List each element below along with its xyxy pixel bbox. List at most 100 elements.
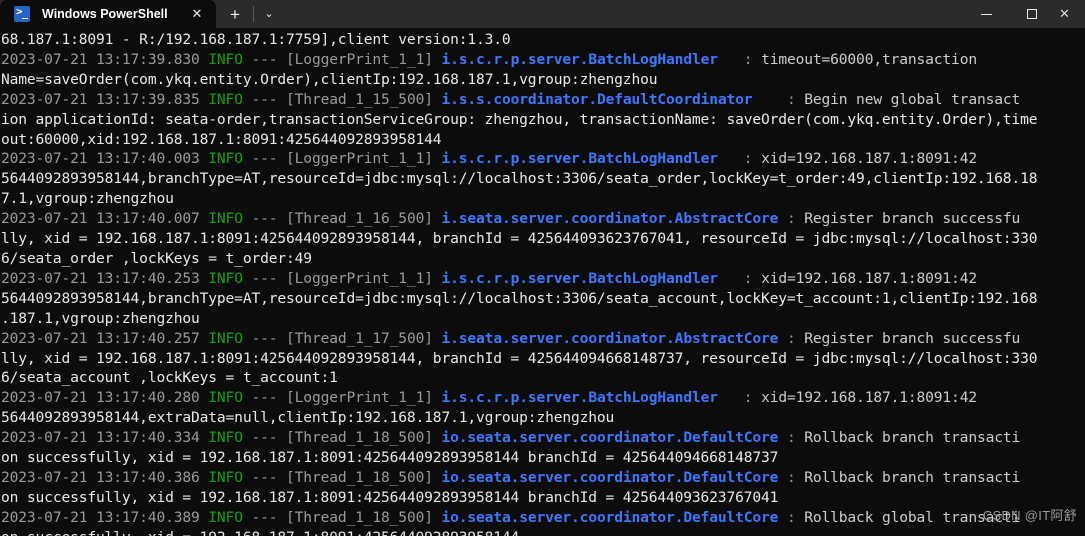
log-continuation-line: Name=saveOrder(com.ykq.entity.Order),cli… bbox=[1, 70, 1085, 90]
log-space bbox=[433, 469, 442, 486]
log-text: lly, xid = 192.168.187.1:8091:4256440928… bbox=[1, 349, 1038, 367]
log-separator: : bbox=[743, 50, 762, 68]
log-thread: [LoggerPrint_1_1] bbox=[286, 389, 433, 407]
log-line: 2023-07-21 13:17:40.386 INFO --- [Thread… bbox=[1, 468, 1085, 488]
log-continuation-line: lly, xid = 192.168.187.1:8091:4256440928… bbox=[1, 349, 1085, 369]
toolbar-divider bbox=[253, 6, 254, 22]
log-space bbox=[433, 330, 442, 347]
log-level: INFO bbox=[208, 50, 243, 68]
log-space bbox=[277, 150, 286, 167]
log-timestamp: 2023-07-21 13:17:40.007 bbox=[1, 210, 200, 228]
log-space bbox=[433, 51, 442, 68]
log-text: .187.1,vgroup:zhengzhou bbox=[1, 309, 200, 327]
log-space bbox=[433, 210, 442, 227]
log-message: Register branch successfu bbox=[804, 329, 1021, 347]
log-text: 6/seata_order ,lockKeys = t_order:49 bbox=[1, 249, 312, 267]
log-space bbox=[433, 389, 442, 406]
log-space bbox=[277, 429, 286, 446]
log-thread: [LoggerPrint_1_1] bbox=[286, 50, 433, 68]
log-line: 2023-07-21 13:17:39.835 INFO --- [Thread… bbox=[1, 90, 1085, 110]
log-timestamp: 2023-07-21 13:17:40.003 bbox=[1, 150, 200, 168]
tab-actions: + ⌄ bbox=[216, 0, 283, 28]
log-timestamp: 2023-07-21 13:17:40.257 bbox=[1, 329, 200, 347]
tab-windows-powershell[interactable]: Windows PowerShell ✕ bbox=[0, 0, 216, 28]
log-pad bbox=[718, 270, 744, 287]
log-thread: [LoggerPrint_1_1] bbox=[286, 150, 433, 168]
log-continuation-line: on successfully, xid = 192.168.187.1:809… bbox=[1, 448, 1085, 468]
log-pad bbox=[778, 509, 787, 526]
log-dashes: --- bbox=[251, 389, 278, 407]
terminal-window: Windows PowerShell ✕ + ⌄ ✕ 68.187.1:8091… bbox=[0, 0, 1085, 536]
log-timestamp: 2023-07-21 13:17:39.835 bbox=[1, 90, 200, 108]
log-text: 5644092893958144,branchType=AT,resourceI… bbox=[1, 289, 1038, 307]
log-space bbox=[277, 469, 286, 486]
log-text: 68.187.1:8091 - R:/192.168.187.1:7759],c… bbox=[1, 31, 511, 48]
log-space bbox=[200, 509, 209, 526]
close-window-button[interactable]: ✕ bbox=[1055, 0, 1085, 28]
title-bar: Windows PowerShell ✕ + ⌄ ✕ bbox=[0, 0, 1085, 28]
log-text: on successfully, xid = 192.168.187.1:809… bbox=[1, 449, 779, 467]
log-line: 2023-07-21 13:17:40.257 INFO --- [Thread… bbox=[1, 329, 1085, 349]
log-class: i.seata.server.coordinator.AbstractCore bbox=[441, 329, 779, 347]
log-level: INFO bbox=[208, 468, 243, 486]
log-message: Rollback branch transacti bbox=[804, 429, 1021, 447]
maximize-button[interactable] bbox=[1009, 0, 1055, 28]
log-space bbox=[200, 51, 209, 68]
log-message: xid=192.168.187.1:8091:42 bbox=[761, 389, 977, 407]
log-level: INFO bbox=[208, 329, 243, 347]
chevron-down-icon[interactable]: ⌄ bbox=[255, 0, 283, 28]
log-class: io.seata.server.coordinator.DefaultCore bbox=[441, 508, 779, 526]
log-level: INFO bbox=[208, 508, 243, 526]
log-space bbox=[200, 330, 209, 347]
log-class: i.s.s.coordinator.DefaultCoordinator bbox=[441, 90, 753, 108]
log-line: 2023-07-21 13:17:40.003 INFO --- [Logger… bbox=[1, 149, 1085, 169]
log-text: out:60000,xid:192.168.187.1:8091:4256440… bbox=[1, 130, 442, 148]
log-line: 2023-07-21 13:17:39.830 INFO --- [Logger… bbox=[1, 50, 1085, 70]
log-dashes: --- bbox=[251, 468, 278, 486]
log-space bbox=[200, 270, 209, 287]
log-pad bbox=[778, 330, 787, 347]
log-timestamp: 2023-07-21 13:17:39.830 bbox=[1, 50, 200, 68]
log-continuation-line: 5644092893958144,branchType=AT,resourceI… bbox=[1, 289, 1085, 309]
log-class: i.s.c.r.p.server.BatchLogHandler bbox=[441, 150, 719, 168]
log-text: on successfully, xid = 192.168.187.1:809… bbox=[1, 529, 528, 536]
log-separator: : bbox=[786, 468, 805, 486]
log-separator: : bbox=[786, 329, 805, 347]
log-dashes: --- bbox=[251, 210, 278, 228]
log-pad bbox=[718, 389, 744, 406]
log-class: i.seata.server.coordinator.AbstractCore bbox=[441, 210, 779, 228]
caption-buttons: ✕ bbox=[963, 0, 1085, 28]
log-continuation-line: lly, xid = 192.168.187.1:8091:4256440928… bbox=[1, 229, 1085, 249]
log-line: 2023-07-21 13:17:40.280 INFO --- [Logger… bbox=[1, 388, 1085, 408]
log-line: 2023-07-21 13:17:40.334 INFO --- [Thread… bbox=[1, 428, 1085, 448]
log-text: on successfully, xid = 192.168.187.1:809… bbox=[1, 488, 779, 506]
log-class: i.s.c.r.p.server.BatchLogHandler bbox=[441, 50, 719, 68]
log-separator: : bbox=[786, 90, 805, 108]
log-text: 7.1,vgroup:zhengzhou bbox=[1, 190, 174, 208]
log-line: 2023-07-21 13:17:40.253 INFO --- [Logger… bbox=[1, 269, 1085, 289]
log-line: 2023-07-21 13:17:40.389 INFO --- [Thread… bbox=[1, 508, 1085, 528]
log-space bbox=[433, 509, 442, 526]
powershell-icon bbox=[14, 5, 30, 22]
log-dashes: --- bbox=[251, 90, 278, 108]
log-separator: : bbox=[786, 508, 805, 526]
log-level: INFO bbox=[208, 429, 243, 447]
log-separator: : bbox=[743, 389, 762, 407]
log-text: Name=saveOrder(com.ykq.entity.Order),cli… bbox=[1, 70, 658, 88]
new-tab-button[interactable]: + bbox=[218, 0, 252, 28]
log-space bbox=[433, 150, 442, 167]
log-space bbox=[433, 429, 442, 446]
log-text: ion applicationId: seata-order,transacti… bbox=[1, 110, 1038, 128]
close-tab-icon[interactable]: ✕ bbox=[184, 3, 210, 25]
log-level: INFO bbox=[208, 389, 243, 407]
log-timestamp: 2023-07-21 13:17:40.389 bbox=[1, 508, 200, 526]
watermark: CSDN @IT阿舒 bbox=[982, 508, 1077, 523]
log-pad bbox=[778, 210, 787, 227]
log-space bbox=[200, 469, 209, 486]
log-continuation-line: 6/seata_order ,lockKeys = t_order:49 bbox=[1, 249, 1085, 269]
terminal-output[interactable]: 68.187.1:8091 - R:/192.168.187.1:7759],c… bbox=[0, 28, 1085, 536]
tab-title: Windows PowerShell bbox=[42, 7, 168, 21]
minimize-icon bbox=[980, 13, 992, 15]
minimize-button[interactable] bbox=[963, 0, 1009, 28]
terminal-lines: 68.187.1:8091 - R:/192.168.187.1:7759],c… bbox=[1, 30, 1085, 536]
